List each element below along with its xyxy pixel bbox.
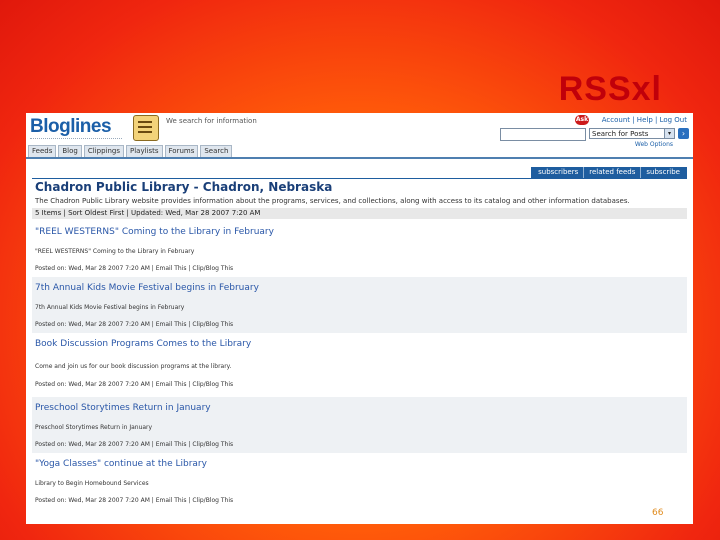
- subscribe-link[interactable]: subscribe: [640, 167, 685, 178]
- tab-clippings[interactable]: Clippings: [83, 145, 124, 157]
- chevron-down-icon[interactable]: ▾: [664, 129, 674, 138]
- post-item: 7th Annual Kids Movie Festival begins in…: [32, 277, 687, 333]
- post-body: Preschool Storytimes Return in January: [35, 424, 153, 431]
- account-links[interactable]: Account | Help | Log Out: [602, 116, 687, 124]
- tagline: We search for information: [166, 117, 257, 125]
- tab-search[interactable]: Search: [200, 145, 233, 157]
- tab-playlists[interactable]: Playlists: [125, 145, 163, 157]
- post-body: "REEL WESTERNS" Coming to the Library in…: [35, 248, 195, 255]
- post-body: Come and join us for our book discussion…: [35, 363, 232, 370]
- post-meta[interactable]: Posted on: Wed, Mar 28 2007 7:20 AM | Em…: [35, 497, 233, 504]
- tab-forums[interactable]: Forums: [164, 145, 199, 157]
- post-meta[interactable]: Posted on: Wed, Mar 28 2007 7:20 AM | Em…: [35, 381, 233, 388]
- search-go-button[interactable]: ›: [678, 128, 689, 139]
- search-input[interactable]: [500, 128, 586, 141]
- logo-underline: [30, 138, 122, 141]
- notebook-icon: [133, 115, 159, 141]
- main-nav: Feeds Blog Clippings Playlists Forums Se…: [28, 145, 234, 157]
- header: Bloglines We search for information Ask …: [26, 113, 693, 148]
- post-title[interactable]: Preschool Storytimes Return in January: [35, 403, 211, 413]
- post-item: Preschool Storytimes Return in January P…: [32, 397, 687, 453]
- slide-title: RSSxl: [558, 70, 662, 108]
- bloglines-logo[interactable]: Bloglines: [30, 116, 112, 138]
- post-title[interactable]: "REEL WESTERNS" Coming to the Library in…: [35, 227, 274, 237]
- page-number: 66: [652, 508, 664, 518]
- feed-description: The Chadron Public Library website provi…: [35, 197, 630, 205]
- web-options-link[interactable]: Web Options: [635, 141, 673, 148]
- feed-meta-bar: 5 Items | Sort Oldest First | Updated: W…: [32, 208, 687, 219]
- post-title[interactable]: "Yoga Classes" continue at the Library: [35, 459, 207, 469]
- post-title[interactable]: Book Discussion Programs Comes to the Li…: [35, 339, 251, 349]
- feed-divider: [32, 178, 687, 179]
- feed-title[interactable]: Chadron Public Library - Chadron, Nebras…: [35, 180, 332, 194]
- search-select-value: Search for Posts: [592, 130, 649, 138]
- post-meta[interactable]: Posted on: Wed, Mar 28 2007 7:20 AM | Em…: [35, 321, 233, 328]
- tab-feeds[interactable]: Feeds: [28, 145, 57, 157]
- post-meta[interactable]: Posted on: Wed, Mar 28 2007 7:20 AM | Em…: [35, 265, 233, 272]
- post-body: 7th Annual Kids Movie Festival begins in…: [35, 304, 185, 311]
- nav-divider: [26, 157, 693, 159]
- ask-logo-icon: Ask: [575, 115, 589, 125]
- tab-blog[interactable]: Blog: [58, 145, 82, 157]
- post-title[interactable]: 7th Annual Kids Movie Festival begins in…: [35, 283, 259, 293]
- post-body: Library to Begin Homebound Services: [35, 480, 149, 487]
- post-list: "REEL WESTERNS" Coming to the Library in…: [32, 221, 687, 509]
- post-item: "REEL WESTERNS" Coming to the Library in…: [32, 221, 687, 277]
- feed-actions: subscribers related feeds subscribe: [531, 167, 687, 178]
- bloglines-screenshot: Bloglines We search for information Ask …: [26, 113, 693, 524]
- post-item: Book Discussion Programs Comes to the Li…: [32, 333, 687, 389]
- post-item: "Yoga Classes" continue at the Library L…: [32, 453, 687, 509]
- search-type-select[interactable]: Search for Posts ▾: [589, 128, 675, 139]
- subscribers-link[interactable]: subscribers: [533, 167, 583, 178]
- post-meta[interactable]: Posted on: Wed, Mar 28 2007 7:20 AM | Em…: [35, 441, 233, 448]
- related-feeds-link[interactable]: related feeds: [583, 167, 640, 178]
